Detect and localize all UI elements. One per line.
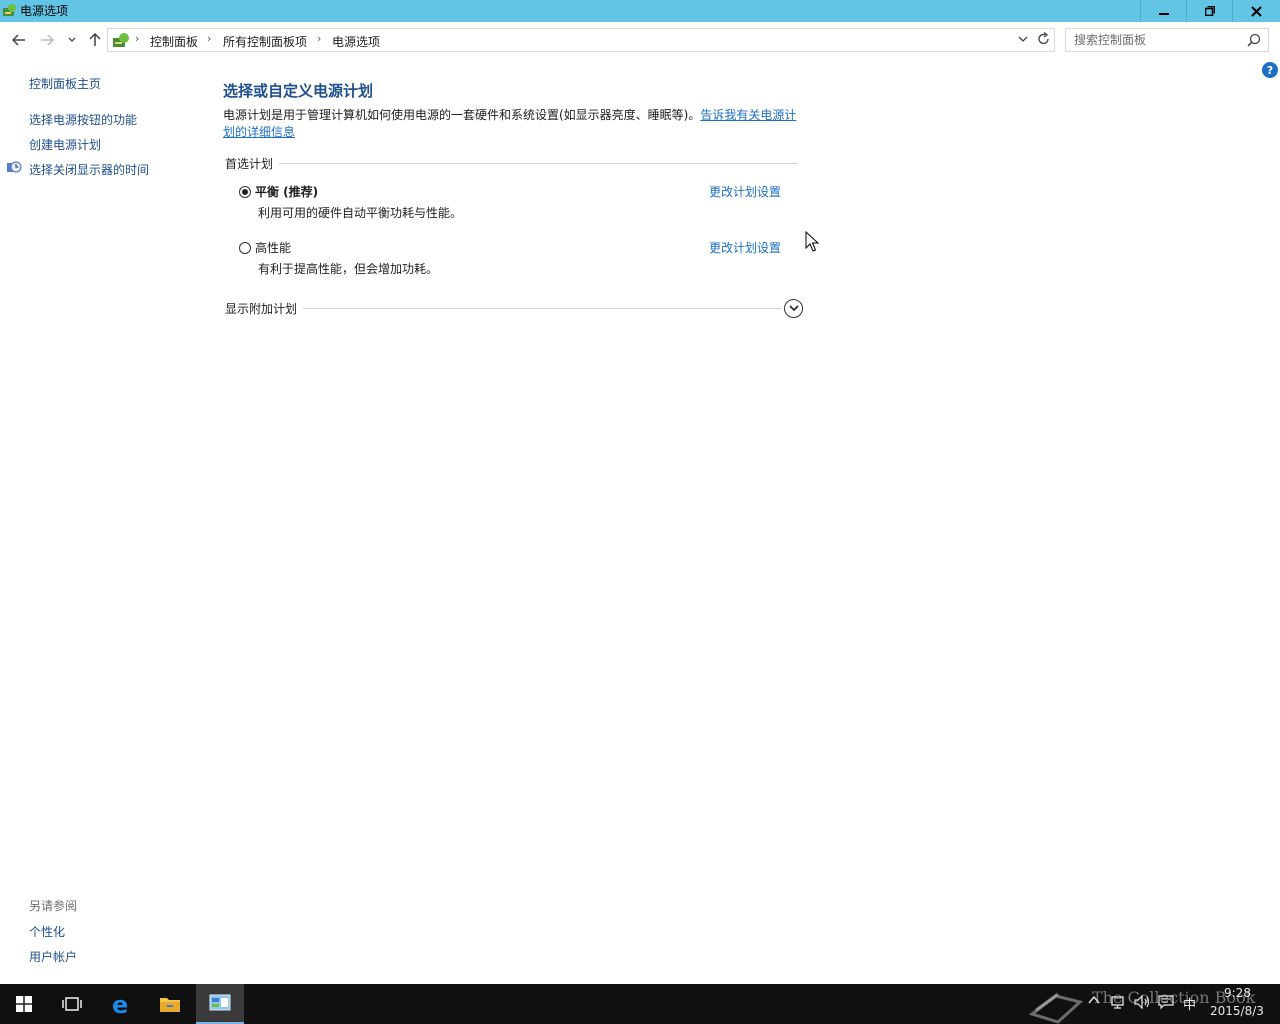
display-timer-icon [7, 161, 22, 173]
file-explorer-button[interactable] [146, 984, 194, 1024]
address-dropdown-button[interactable] [1018, 32, 1028, 49]
breadcrumb-separator[interactable]: › [207, 32, 211, 45]
minimize-button[interactable] [1140, 0, 1186, 22]
back-arrow-icon [12, 34, 25, 46]
svg-text:e: e [112, 992, 128, 1016]
task-view-icon [62, 997, 82, 1011]
see-also-user-accounts[interactable]: 用户帐户 [29, 948, 77, 965]
refresh-icon [1038, 31, 1049, 45]
restore-icon [1204, 6, 1215, 16]
control-panel-taskbar-button[interactable] [196, 984, 244, 1024]
task-view-button[interactable] [48, 984, 96, 1024]
section-divider [300, 308, 782, 309]
search-box[interactable] [1065, 28, 1269, 52]
windows-logo-icon [16, 996, 32, 1012]
watermark-book-icon [1028, 992, 1084, 1024]
plan-description-high-performance: 有利于提高性能，但会增加功耗。 [258, 262, 439, 276]
sidebar-item-display-off-time[interactable]: 选择关闭显示器的时间 [29, 161, 149, 178]
title-bar: 电源选项 [0, 0, 1280, 22]
chevron-down-icon [68, 37, 76, 42]
close-icon [1251, 5, 1262, 17]
network-icon [1111, 996, 1124, 1009]
control-panel-icon [209, 994, 231, 1011]
address-bar[interactable]: › 控制面板 › 所有控制面板项 › 电源选项 [107, 28, 1055, 52]
plan-description-balanced: 利用可用的硬件自动平衡功耗与性能。 [258, 206, 463, 220]
volume-tray-button[interactable] [1134, 994, 1152, 1014]
clock-date[interactable]: 2015/8/3 [1210, 1004, 1264, 1018]
taskbar: e The Collection Book 中 9:28 2015/8/3 [0, 984, 1280, 1024]
breadcrumb-all-items[interactable]: 所有控制面板项 [223, 33, 307, 50]
sidebar-item-power-button-functions[interactable]: 选择电源按钮的功能 [29, 111, 137, 128]
action-center-button[interactable] [1158, 994, 1174, 1014]
help-icon[interactable]: ? [1262, 62, 1278, 78]
plan-radio-high-performance[interactable] [239, 242, 251, 254]
plan-radio-balanced[interactable] [239, 186, 251, 198]
speaker-icon [1134, 994, 1150, 1010]
change-plan-settings-balanced[interactable]: 更改计划设置 [709, 183, 781, 200]
breadcrumb-separator[interactable]: › [135, 32, 139, 45]
chevron-up-icon [1088, 995, 1100, 1004]
mouse-cursor-icon [805, 231, 819, 252]
plan-name-balanced[interactable]: 平衡 (推荐) [255, 183, 318, 200]
up-arrow-icon [89, 33, 101, 46]
power-options-icon [3, 4, 16, 16]
minimize-icon [1158, 13, 1169, 15]
sidebar-item-create-power-plan[interactable]: 创建电源计划 [29, 136, 101, 153]
forward-button[interactable] [38, 31, 56, 49]
window-title: 电源选项 [20, 4, 69, 18]
restore-button[interactable] [1186, 0, 1232, 22]
description-text: 电源计划是用于管理计算机如何使用电源的一套硬件和系统设置(如显示器亮度、睡眠等)… [223, 108, 701, 122]
breadcrumb-separator[interactable]: › [317, 32, 321, 45]
refresh-button[interactable] [1038, 31, 1050, 51]
notification-icon [1158, 995, 1174, 1010]
chevron-down-icon [1018, 36, 1028, 42]
up-button[interactable] [86, 31, 104, 49]
chevron-down-icon [788, 305, 799, 312]
edge-browser-button[interactable]: e [98, 984, 146, 1024]
recent-locations-button[interactable] [63, 31, 81, 49]
breadcrumb-control-panel[interactable]: 控制面板 [150, 33, 198, 50]
see-also-heading: 另请参阅 [29, 899, 78, 913]
edge-browser-icon: e [112, 992, 128, 1016]
breadcrumb-power-options[interactable]: 电源选项 [332, 33, 380, 50]
folder-icon [160, 998, 180, 1012]
page-description: 电源计划是用于管理计算机如何使用电源的一套硬件和系统设置(如显示器亮度、睡眠等)… [223, 107, 803, 141]
sidebar-item-control-panel-home[interactable]: 控制面板主页 [29, 75, 101, 92]
search-icon[interactable] [1247, 33, 1261, 47]
preferred-plans-heading: 首选计划 [225, 155, 280, 172]
search-input[interactable] [1074, 32, 1244, 48]
page-title: 选择或自定义电源计划 [223, 82, 374, 100]
plan-name-high-performance[interactable]: 高性能 [255, 239, 291, 256]
network-tray-button[interactable] [1110, 994, 1126, 1014]
clock-time[interactable]: 9:28 [1224, 986, 1251, 1000]
back-button[interactable] [10, 31, 28, 49]
see-also-personalization[interactable]: 个性化 [29, 923, 65, 940]
forward-arrow-icon [41, 34, 54, 46]
show-additional-plans-label[interactable]: 显示附加计划 [225, 300, 304, 317]
control-panel-icon [113, 33, 129, 47]
close-button[interactable] [1232, 0, 1280, 22]
expand-additional-plans-button[interactable] [784, 299, 803, 318]
change-plan-settings-high-performance[interactable]: 更改计划设置 [709, 239, 781, 256]
start-button[interactable] [0, 984, 48, 1024]
show-hidden-icons-button[interactable] [1088, 994, 1100, 1010]
section-divider [225, 163, 798, 164]
input-method-indicator[interactable]: 中 [1183, 994, 1196, 1013]
